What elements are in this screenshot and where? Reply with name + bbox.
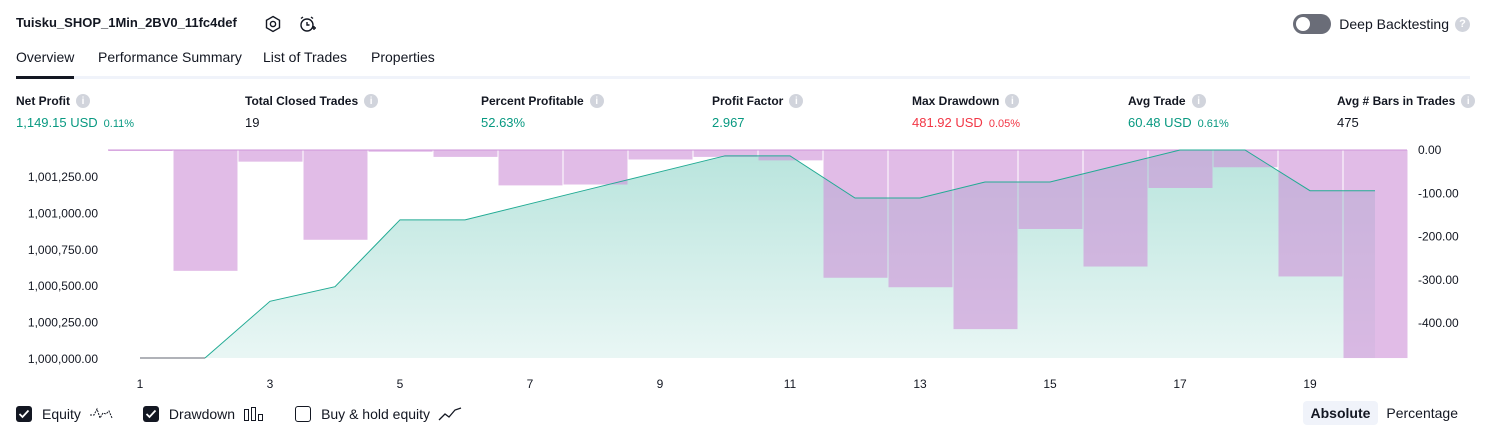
help-icon[interactable]: i	[1191, 94, 1206, 108]
drawdown-bar	[1278, 150, 1343, 277]
checkbox-equity[interactable]	[16, 406, 32, 422]
mode-absolute-button[interactable]: Absolute	[1302, 401, 1379, 425]
help-icon[interactable]: ?	[1455, 16, 1470, 32]
x-axis-tick: 19	[1303, 377, 1317, 391]
metric-label: Profit Factor	[712, 94, 784, 108]
report-tabs: Overview Performance Summary List of Tra…	[16, 46, 1470, 79]
metric-label: Percent Profitable	[481, 94, 584, 108]
deep-backtesting-label: Deep Backtesting	[1339, 16, 1449, 32]
checkbox-drawdown[interactable]	[142, 406, 159, 422]
display-mode-switch: Absolute Percentage	[1302, 401, 1467, 425]
right-axis-tick: 0.00	[1418, 143, 1442, 157]
metric-percent: 0.11%	[103, 118, 135, 130]
legend-buy-hold-equity[interactable]: Buy & hold equity	[295, 406, 462, 422]
drawdown-bar	[108, 150, 173, 151]
left-axis-tick: 1,000,250.00	[28, 316, 98, 330]
right-axis-tick: -100.00	[1418, 186, 1459, 200]
drawdown-bar	[888, 150, 953, 288]
deep-backtesting-toggle[interactable]	[1293, 14, 1332, 34]
x-axis-tick: 17	[1173, 377, 1187, 391]
left-axis-tick: 1,000,750.00	[28, 243, 98, 257]
x-axis-tick: 1	[137, 377, 144, 391]
help-icon[interactable]: i	[1461, 94, 1476, 108]
metric-total-closed-trades: Total Closed Trades i 19	[245, 93, 379, 131]
metric-max-drawdown: Max Drawdown i 481.92 USD 0.05%	[912, 93, 1020, 131]
metric-value: 19	[245, 115, 260, 130]
metric-value: 481.92 USD	[912, 115, 983, 130]
drawdown-bar	[563, 150, 628, 185]
checkbox-buy-hold-equity[interactable]	[295, 406, 312, 422]
drawdown-bar	[1018, 150, 1083, 229]
left-axis-tick: 1,001,250.00	[28, 170, 98, 184]
metric-value: 1,149.15 USD	[16, 115, 98, 130]
drawdown-bar	[433, 150, 498, 157]
metric-value: 475	[1337, 115, 1359, 130]
x-axis-tick: 7	[527, 377, 534, 391]
drawdown-bar	[758, 150, 823, 161]
metric-label: Max Drawdown	[912, 94, 1000, 108]
x-axis-tick: 3	[267, 377, 274, 391]
metric-label: Total Closed Trades	[245, 94, 359, 108]
legend-drawdown[interactable]: Drawdown	[142, 406, 265, 422]
metric-percent-profitable: Percent Profitable i 52.63%	[481, 93, 604, 131]
equity-drawdown-chart[interactable]: 1,001,250.00 1,001,000.00 1,000,750.00 1,00…	[0, 140, 1486, 398]
help-icon[interactable]: i	[589, 94, 604, 108]
right-axis-tick: -200.00	[1418, 230, 1459, 244]
metric-avg-bars-in-trades: Avg # Bars in Trades i 475	[1337, 93, 1476, 131]
metric-label: Avg Trade	[1128, 94, 1186, 108]
metric-percent: 0.05%	[988, 118, 1021, 130]
left-axis-tick: 1,000,500.00	[28, 279, 98, 293]
metric-label: Net Profit	[16, 94, 70, 108]
help-icon[interactable]: i	[364, 94, 379, 108]
legend-label: Buy & hold equity	[321, 406, 431, 422]
drawdown-bar	[1343, 150, 1408, 359]
metric-percent: 0.61%	[1197, 118, 1229, 130]
metric-profit-factor: Profit Factor i 2.967	[712, 93, 804, 131]
legend-equity[interactable]: Equity	[16, 406, 113, 422]
drawdown-bar	[173, 150, 238, 271]
x-axis-tick: 9	[657, 377, 664, 391]
drawdown-icon	[244, 407, 264, 421]
x-axis-tick: 15	[1043, 377, 1057, 391]
left-axis-tick: 1,001,000.00	[28, 206, 98, 220]
drawdown-bar	[368, 150, 433, 152]
metric-value: 2.967	[712, 115, 745, 130]
tab-properties[interactable]: Properties	[371, 49, 435, 76]
strategy-title: Tuisku_SHOP_1Min_2BV0_11fc4def	[16, 15, 237, 30]
drawdown-bar	[238, 150, 303, 162]
drawdown-bar	[303, 150, 368, 240]
deep-backtesting-control: Deep Backtesting ?	[1293, 12, 1470, 36]
help-icon[interactable]: i	[76, 94, 90, 108]
right-axis-tick: -300.00	[1418, 273, 1459, 287]
settings-icon[interactable]	[261, 12, 285, 36]
help-icon[interactable]: i	[1005, 94, 1020, 108]
x-axis-tick: 5	[397, 377, 404, 391]
drawdown-bar	[1083, 150, 1148, 267]
add-alert-icon[interactable]	[295, 12, 319, 36]
legend-label: Drawdown	[168, 406, 236, 422]
tab-overview[interactable]: Overview	[16, 49, 75, 79]
metric-value: 60.48 USD	[1128, 115, 1192, 130]
drawdown-bar	[628, 150, 693, 160]
chart-legend: Equity Drawdown Buy & hold equity	[16, 403, 492, 425]
mode-percentage-button[interactable]: Percentage	[1378, 401, 1466, 425]
drawdown-bar	[498, 150, 563, 186]
metric-avg-trade: Avg Trade i 60.48 USD 0.61%	[1128, 93, 1229, 131]
metric-label: Avg # Bars in Trades	[1337, 94, 1456, 108]
metric-value: 52.63%	[481, 115, 526, 130]
buy-hold-icon	[438, 407, 462, 421]
help-icon[interactable]: i	[789, 94, 804, 108]
equity-icon	[89, 407, 113, 420]
drawdown-bar	[823, 150, 888, 278]
left-axis-tick: 1,000,000.00	[28, 352, 98, 366]
x-axis-tick: 13	[913, 377, 927, 391]
tab-list-of-trades[interactable]: List of Trades	[263, 49, 347, 76]
tab-performance-summary[interactable]: Performance Summary	[98, 49, 242, 76]
right-axis-tick: -400.00	[1418, 316, 1459, 330]
drawdown-bar	[953, 150, 1018, 330]
legend-label: Equity	[42, 406, 81, 422]
metric-net-profit: Net Profit i 1,149.15 USD 0.11%	[16, 93, 134, 131]
report-header: Tuisku_SHOP_1Min_2BV0_11fc4def Deep Back…	[16, 12, 1470, 36]
x-axis-tick: 11	[784, 377, 797, 391]
